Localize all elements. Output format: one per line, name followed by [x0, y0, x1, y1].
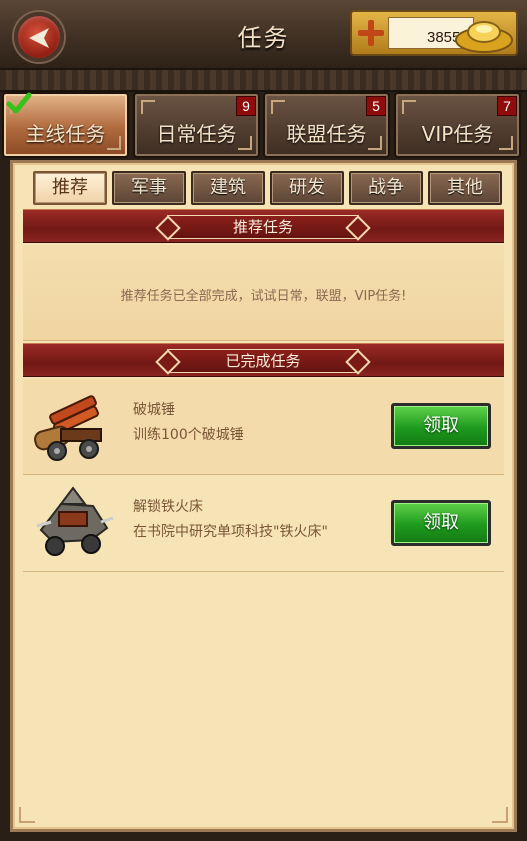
subtab-military[interactable]: 军事: [112, 171, 186, 205]
tab-main-quest[interactable]: 主线任务: [2, 92, 129, 158]
war-cart-icon: [36, 486, 114, 556]
count-badge: 5: [366, 96, 386, 116]
tab-alliance-quest[interactable]: 5 联盟任务: [263, 92, 390, 158]
section-title: 推荐任务: [167, 215, 359, 239]
tab-label: 日常任务: [156, 122, 237, 146]
count-badge: 7: [497, 96, 517, 116]
corner-ornament: [19, 807, 35, 823]
checkmark-icon: [6, 92, 32, 114]
section-title: 已完成任务: [167, 349, 359, 373]
task-description: 在书院中研究单项科技"铁火床": [133, 524, 328, 540]
task-description: 训练100个破城锤: [133, 427, 244, 443]
empty-message: 推荐任务已全部完成，试试日常，联盟，VIP任务!: [120, 289, 407, 304]
decorative-border: [0, 70, 527, 92]
tab-label: 主线任务: [25, 122, 106, 146]
tab-label: VIP任务: [421, 122, 494, 146]
corner-ornament: [271, 100, 285, 114]
corner-ornament: [402, 100, 416, 114]
corner-ornament: [492, 807, 508, 823]
subtab-war[interactable]: 战争: [349, 171, 423, 205]
recommended-message-box: 推荐任务已全部完成，试试日常，联盟，VIP任务!: [23, 245, 504, 341]
currency-display[interactable]: 3855812: [350, 10, 518, 56]
top-bar: 任务 3855812: [0, 0, 527, 70]
subtab-research[interactable]: 研发: [270, 171, 344, 205]
tab-vip-quest[interactable]: 7 VIP任务: [394, 92, 521, 158]
claim-button[interactable]: 领取: [391, 403, 491, 449]
subtab-recommended[interactable]: 推荐: [33, 171, 107, 205]
task-row: 解锁铁火床 在书院中研究单项科技"铁火床" 领取: [23, 476, 504, 572]
task-title: 破城锤: [133, 402, 175, 418]
plus-icon[interactable]: [358, 20, 384, 46]
completed-section-header: 已完成任务: [23, 343, 504, 377]
count-badge: 9: [236, 96, 256, 116]
task-row: 破城锤 训练100个破城锤 领取: [23, 379, 504, 475]
gold-ingot-icon: [455, 21, 513, 53]
corner-ornament: [141, 100, 155, 114]
task-title: 解锁铁火床: [133, 499, 203, 515]
claim-button[interactable]: 领取: [391, 500, 491, 546]
main-tab-bar: 主线任务 9 日常任务 5 联盟任务 7 VIP任务: [0, 90, 527, 160]
sub-tab-bar: 推荐 军事 建筑 研发 战争 其他: [33, 171, 503, 207]
subtab-building[interactable]: 建筑: [191, 171, 265, 205]
quest-panel: 推荐 军事 建筑 研发 战争 其他 推荐任务 推荐任务已全部完成，试试日常，联盟…: [10, 160, 517, 832]
tab-label: 联盟任务: [286, 122, 367, 146]
subtab-other[interactable]: 其他: [428, 171, 502, 205]
battering-ram-icon: [34, 395, 102, 461]
tab-daily-quest[interactable]: 9 日常任务: [133, 92, 260, 158]
recommended-section-header: 推荐任务: [23, 209, 504, 243]
